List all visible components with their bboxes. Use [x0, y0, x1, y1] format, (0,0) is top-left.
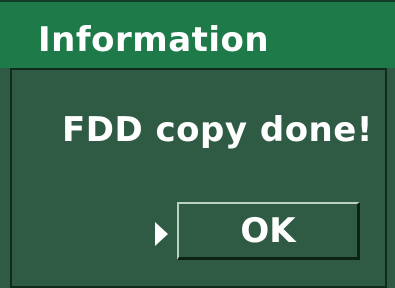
dialog-right-edge	[387, 68, 395, 288]
dialog-title: Information	[38, 20, 270, 60]
dialog-titlebar: Information	[0, 0, 395, 68]
dialog-message: FDD copy done!	[62, 110, 373, 150]
triangle-right-icon	[155, 222, 168, 246]
dialog-left-edge	[0, 68, 10, 288]
information-dialog: Information FDD copy done! OK	[0, 0, 395, 288]
ok-button[interactable]: OK	[177, 202, 360, 260]
dialog-body: FDD copy done! OK	[10, 68, 387, 288]
